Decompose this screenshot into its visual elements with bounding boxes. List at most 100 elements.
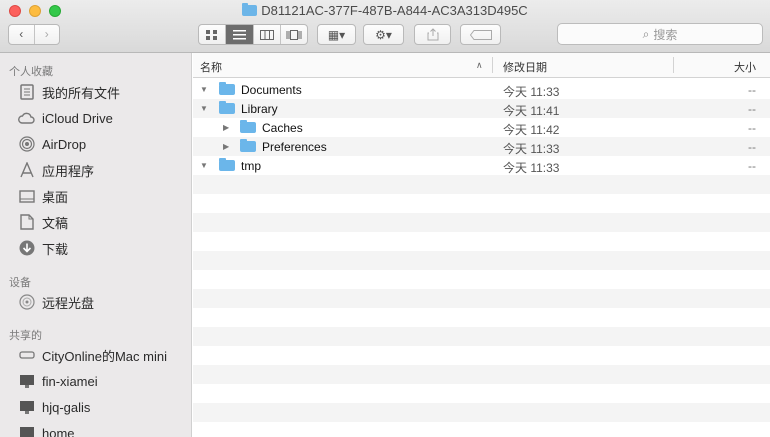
- column-date[interactable]: 修改日期: [503, 59, 547, 75]
- column-divider: [673, 57, 674, 73]
- sidebar-item-label: 应用程序: [42, 163, 95, 179]
- sidebar-item-label: iCloud Drive: [42, 110, 113, 126]
- file-date: 今天 11:42: [503, 123, 560, 137]
- columns-icon: [259, 29, 274, 40]
- sidebar-item-label: 远程光盘: [42, 295, 95, 311]
- file-row-tmp[interactable]: ▼ tmp 今天 11:33 --: [193, 156, 770, 175]
- window-title-text: D81121AC-377F-487B-A844-AC3A313D495C: [261, 3, 528, 18]
- cover-flow-icon: [286, 29, 302, 40]
- file-date: 今天 11:33: [503, 161, 560, 175]
- empty-row: [193, 289, 770, 308]
- sidebar-item-label: home: [42, 425, 75, 437]
- download-icon: [18, 240, 35, 257]
- tags-button[interactable]: [460, 24, 501, 45]
- window-title: D81121AC-377F-487B-A844-AC3A313D495C: [0, 3, 770, 18]
- file-row-library[interactable]: ▼ Library 今天 11:41 --: [193, 99, 770, 118]
- icon-view-button[interactable]: [199, 25, 225, 44]
- file-size: --: [748, 121, 756, 135]
- file-size: --: [748, 83, 756, 97]
- column-header: 名称 ∧ 修改日期 大小: [193, 53, 770, 78]
- disclosure-triangle-expanded[interactable]: ▼: [200, 161, 208, 170]
- finder-window: D81121AC-377F-487B-A844-AC3A313D495C ‹ ›: [0, 0, 770, 437]
- sidebar-item-label: 我的所有文件: [42, 85, 121, 101]
- file-date: 今天 11:33: [503, 142, 560, 156]
- sidebar-item-label: CityOnline的Mac mini: [42, 348, 167, 364]
- file-date: 今天 11:33: [503, 85, 560, 99]
- empty-row: [193, 175, 770, 194]
- monitor-icon: [18, 373, 35, 390]
- share-icon: [427, 28, 438, 41]
- sidebar-item-applications[interactable]: 应用程序: [18, 159, 94, 181]
- folder-icon: [219, 158, 235, 171]
- sidebar-item-desktop[interactable]: 桌面: [18, 185, 68, 207]
- folder-icon: [219, 101, 235, 114]
- sidebar-item-icloud-drive[interactable]: iCloud Drive: [18, 107, 113, 129]
- file-name: tmp: [241, 159, 262, 173]
- shared-heading: 共享的: [9, 330, 42, 342]
- disclosure-triangle-collapsed[interactable]: ▶: [223, 123, 229, 132]
- sidebar-item-all-files[interactable]: 我的所有文件: [18, 81, 120, 103]
- list-view-button[interactable]: [226, 25, 253, 44]
- file-list: ▼ Documents 今天 11:33 -- ▼ Library 今天 11:…: [193, 78, 770, 437]
- search-icon: ⌕: [642, 26, 650, 41]
- column-name[interactable]: 名称: [200, 59, 222, 75]
- file-name: Caches: [262, 121, 303, 135]
- disclosure-triangle-expanded[interactable]: ▼: [200, 104, 208, 113]
- applications-icon: [18, 162, 35, 179]
- action-button[interactable]: ⚙▾: [363, 24, 404, 45]
- documents-icon: [18, 214, 35, 231]
- sidebar: 个人收藏 我的所有文件 iCloud Drive AirDrop 应用程序 桌面…: [0, 53, 192, 437]
- column-size[interactable]: 大小: [734, 59, 756, 75]
- file-date: 今天 11:41: [503, 104, 560, 118]
- arrange-button[interactable]: ▦▾: [317, 24, 356, 45]
- sidebar-item-downloads[interactable]: 下载: [18, 237, 68, 259]
- title-toolbar: D81121AC-377F-487B-A844-AC3A313D495C ‹ ›: [0, 0, 770, 53]
- forward-button[interactable]: ›: [35, 25, 60, 44]
- file-name: Preferences: [262, 140, 327, 154]
- airdrop-icon: [18, 136, 35, 153]
- file-row-documents[interactable]: ▼ Documents 今天 11:33 --: [193, 80, 770, 99]
- file-name: Documents: [241, 83, 302, 97]
- devices-heading: 设备: [9, 277, 31, 289]
- file-row-caches[interactable]: ▶ Caches 今天 11:42 --: [193, 118, 770, 137]
- sidebar-item-cityonline-mac-mini[interactable]: CityOnline的Mac mini: [18, 344, 167, 366]
- sidebar-item-hjq-galis[interactable]: hjq-galis: [18, 396, 90, 418]
- favorites-heading: 个人收藏: [9, 66, 53, 78]
- share-button[interactable]: [414, 24, 451, 45]
- folder-icon: [240, 120, 256, 133]
- sidebar-item-airdrop[interactable]: AirDrop: [18, 133, 86, 155]
- icon-grid-icon: [206, 29, 218, 40]
- sidebar-item-label: AirDrop: [42, 136, 87, 152]
- sidebar-item-fin-xiamei[interactable]: fin-xiamei: [18, 370, 98, 392]
- file-size: --: [748, 102, 756, 116]
- folder-icon: [240, 139, 256, 152]
- file-size: --: [748, 159, 756, 173]
- disclosure-triangle-collapsed[interactable]: ▶: [223, 142, 229, 151]
- sidebar-item-label: hjq-galis: [42, 399, 91, 415]
- view-mode-control: [198, 24, 308, 45]
- tag-icon: [469, 29, 492, 40]
- column-view-button[interactable]: [254, 25, 280, 44]
- folder-icon: [219, 82, 235, 95]
- back-forward-control: ‹ ›: [8, 24, 60, 45]
- monitor-icon: [18, 399, 35, 416]
- desktop-icon: [18, 188, 35, 205]
- column-divider: [492, 57, 493, 73]
- monitor-icon: [18, 425, 35, 437]
- search-field[interactable]: ⌕ 搜索: [557, 23, 763, 45]
- file-row-preferences[interactable]: ▶ Preferences 今天 11:33 --: [193, 137, 770, 156]
- file-size: --: [748, 140, 756, 154]
- back-button[interactable]: ‹: [9, 25, 34, 44]
- file-name: Library: [241, 102, 278, 116]
- search-placeholder: 搜索: [653, 27, 678, 42]
- sidebar-item-label: 文稿: [42, 215, 69, 231]
- disclosure-triangle-expanded[interactable]: ▼: [200, 85, 208, 94]
- sidebar-item-remote-disc[interactable]: 远程光盘: [18, 291, 94, 313]
- sidebar-item-label: 桌面: [42, 189, 69, 205]
- sidebar-item-home[interactable]: home: [18, 422, 75, 437]
- empty-row: [193, 213, 770, 232]
- sidebar-item-documents[interactable]: 文稿: [18, 211, 68, 233]
- disc-icon: [18, 294, 35, 311]
- cover-flow-button[interactable]: [281, 25, 307, 44]
- cloud-icon: [18, 110, 35, 127]
